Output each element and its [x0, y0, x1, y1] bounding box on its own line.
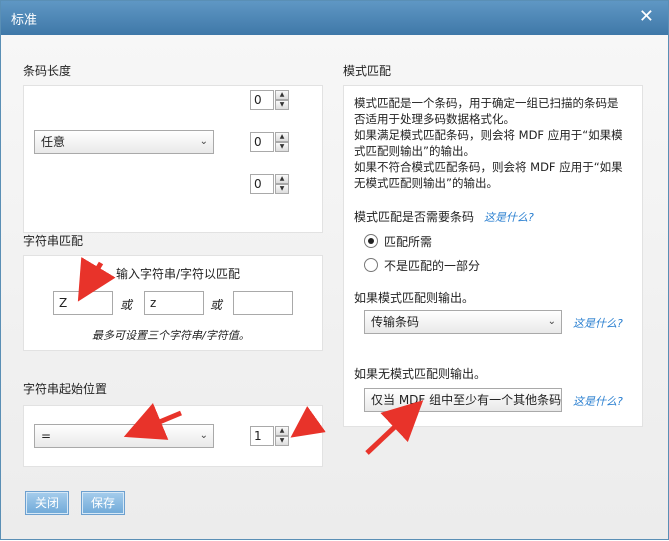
nomatch-output-value: 仅当 MDF 组中至少有一个其他条码 — [371, 393, 562, 407]
pattern-match-panel: 模式匹配是一个条码，用于确定一组已扫描的条码是 否适用于处理多码数据格式化。 如… — [343, 85, 643, 427]
string-match-input-3[interactable] — [233, 291, 293, 315]
description-line: 无模式匹配则输出”的输出。 — [354, 176, 498, 190]
whats-this-link[interactable]: 这是什么? — [573, 393, 623, 409]
match-output-value: 传输条码 — [371, 315, 420, 329]
string-start-label: 字符串起始位置 — [23, 382, 108, 396]
radio-match-required-label[interactable]: 匹配所需 — [384, 233, 432, 250]
description-line: 否适用于处理多码数据格式化。 — [354, 112, 515, 126]
or-label: 或 — [210, 298, 223, 312]
string-match-panel: 输入字符串/字符以匹配 Z 或 z 或 最多可设置三个字符串/字符值。 — [23, 255, 323, 351]
barcode-length-panel: 任意 ⌄ 0 ▲ ▼ 0 ▲ ▼ 0 ▲ ▼ — [23, 85, 323, 233]
radio-match-required[interactable] — [364, 234, 378, 248]
barcode-length-label: 条码长度 — [23, 64, 72, 78]
close-button[interactable]: 关闭 — [25, 491, 69, 515]
chevron-down-icon: ⌄ — [199, 430, 208, 441]
chevron-down-icon: ⌄ — [547, 394, 556, 405]
pattern-match-description: 模式匹配是一个条码，用于确定一组已扫描的条码是 否适用于处理多码数据格式化。 如… — [354, 95, 639, 191]
nomatch-output-label: 如果无模式匹配则输出。 — [354, 367, 487, 381]
spin-up-icon[interactable]: ▲ — [275, 132, 289, 142]
spinner-value[interactable]: 0 — [250, 132, 274, 152]
barcode-length-spinner-3[interactable]: 0 ▲ ▼ — [250, 174, 290, 194]
radio-not-part-label[interactable]: 不是匹配的一部分 — [384, 257, 480, 274]
barcode-length-mode-value: 任意 — [41, 135, 66, 149]
barcode-length-spinner-2[interactable]: 0 ▲ ▼ — [250, 132, 290, 152]
nomatch-output-select[interactable]: 仅当 MDF 组中至少有一个其他条码 ⌄ — [364, 388, 562, 412]
string-start-spinner[interactable]: 1 ▲ ▼ — [250, 426, 290, 446]
description-line: 如果不符合模式匹配条码，则会将 MDF 应用于“如果 — [354, 160, 623, 174]
radio-not-part[interactable] — [364, 258, 378, 272]
spin-up-icon[interactable]: ▲ — [275, 426, 289, 436]
spinner-value[interactable]: 1 — [250, 426, 274, 446]
barcode-length-spinner-1[interactable]: 0 ▲ ▼ — [250, 90, 290, 110]
spin-up-icon[interactable]: ▲ — [275, 174, 289, 184]
pattern-match-label: 模式匹配 — [343, 64, 392, 78]
string-start-operator-select[interactable]: = ⌄ — [34, 424, 214, 448]
chevron-down-icon: ⌄ — [199, 136, 208, 147]
string-match-input-2[interactable]: z — [144, 291, 204, 315]
string-match-instruction: 输入字符串/字符以匹配 — [116, 267, 241, 281]
save-button[interactable]: 保存 — [81, 491, 125, 515]
title-bar: 标准 ✕ — [1, 1, 668, 35]
dialog-body: 条码长度 任意 ⌄ 0 ▲ ▼ 0 ▲ ▼ 0 ▲ ▼ 字符串匹配 输入字符串/字符以… — [1, 35, 668, 539]
match-output-select[interactable]: 传输条码 ⌄ — [364, 310, 562, 334]
or-label: 或 — [120, 298, 133, 312]
spin-down-icon[interactable]: ▼ — [275, 436, 289, 446]
match-output-label: 如果模式匹配则输出。 — [354, 291, 475, 305]
description-line: 如果满足模式匹配条码，则会将 MDF 应用于“如果模 — [354, 128, 623, 142]
spin-up-icon[interactable]: ▲ — [275, 90, 289, 100]
spinner-value[interactable]: 0 — [250, 174, 274, 194]
string-match-note: 最多可设置三个字符串/字符值。 — [92, 329, 250, 342]
criteria-dialog: 标准 ✕ 条码长度 任意 ⌄ 0 ▲ ▼ 0 ▲ ▼ 0 ▲ ▼ 字符串匹配 输… — [0, 0, 669, 540]
spin-down-icon[interactable]: ▼ — [275, 142, 289, 152]
chevron-down-icon: ⌄ — [547, 316, 556, 327]
description-line: 模式匹配是一个条码，用于确定一组已扫描的条码是 — [354, 96, 619, 110]
description-line: 式匹配则输出”的输出。 — [354, 144, 475, 158]
whats-this-link[interactable]: 这是什么? — [573, 315, 623, 331]
string-match-input-1[interactable]: Z — [53, 291, 113, 315]
string-match-label: 字符串匹配 — [23, 234, 84, 248]
barcode-required-label: 模式匹配是否需要条码 — [354, 210, 475, 224]
spin-down-icon[interactable]: ▼ — [275, 184, 289, 194]
spin-down-icon[interactable]: ▼ — [275, 100, 289, 110]
whats-this-link[interactable]: 这是什么? — [484, 209, 534, 225]
close-icon[interactable]: ✕ — [639, 7, 654, 27]
barcode-length-mode-select[interactable]: 任意 ⌄ — [34, 130, 214, 154]
string-start-operator-value: = — [41, 429, 52, 443]
dialog-title: 标准 — [11, 13, 38, 28]
string-start-panel: = ⌄ 1 ▲ ▼ — [23, 405, 323, 467]
spinner-value[interactable]: 0 — [250, 90, 274, 110]
